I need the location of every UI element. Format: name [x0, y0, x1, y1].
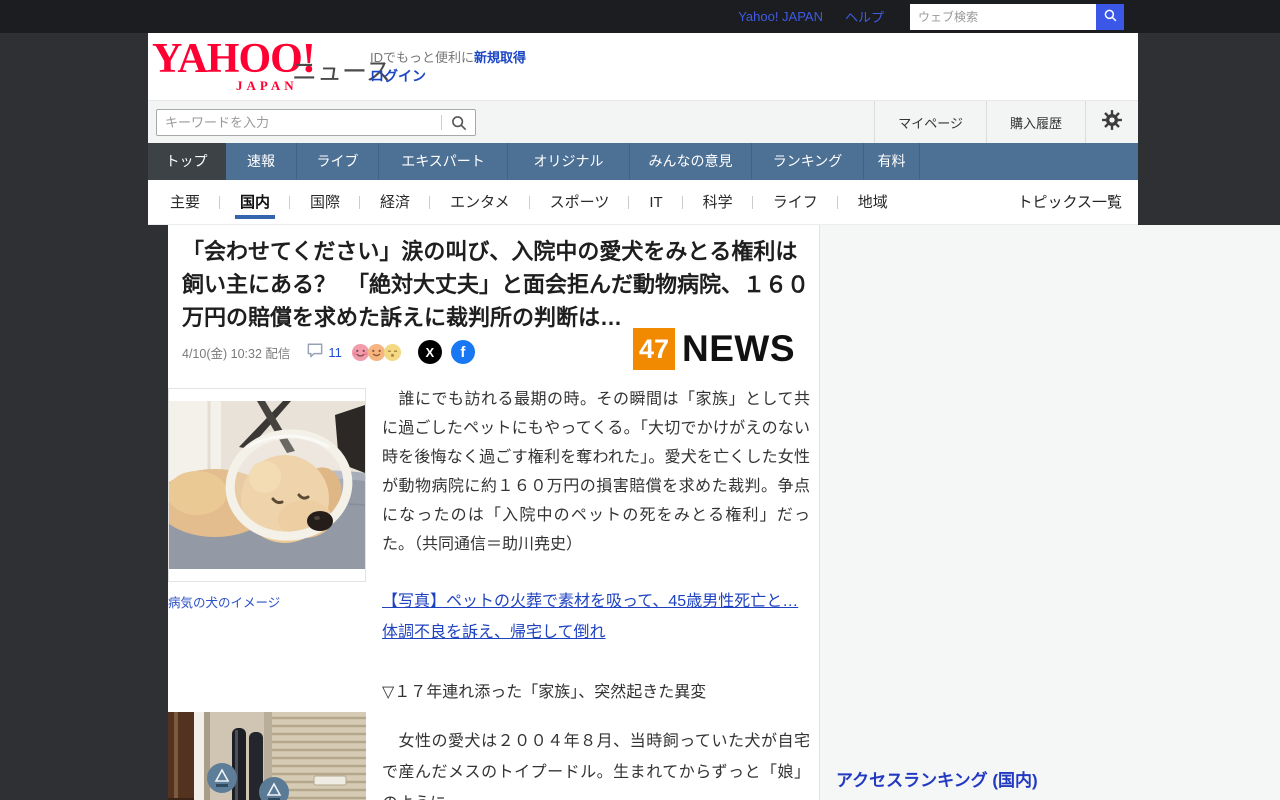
sidebar-ad-area — [820, 225, 1280, 800]
nav-tab-ranking[interactable]: ランキング — [752, 143, 864, 180]
share-facebook-button[interactable]: f — [450, 340, 475, 364]
subnav-item-life[interactable]: ライフ — [753, 180, 838, 225]
clinic-door-image — [168, 712, 366, 800]
nav-tab-live[interactable]: ライブ — [297, 143, 379, 180]
category-subnav: 主要 国内 国際 経済 エンタメ スポーツ IT 科学 ライフ 地域 トピックス… — [148, 180, 1138, 225]
article-paragraph-1: 誰にでも訪れる最期の時。その瞬間は「家族」として共に過ごしたペットにもやってくる… — [382, 391, 810, 553]
reaction-calm-icon[interactable] — [383, 343, 402, 362]
article-paragraph-2: 女性の愛犬は２００４年８月、当時飼っていた犬が自宅で産んだメスのトイプードル。生… — [382, 733, 810, 800]
subnav-item-keizai[interactable]: 経済 — [360, 180, 431, 225]
gear-icon — [1101, 109, 1123, 136]
account-shortcuts: マイページ 購入履歴 — [874, 101, 1138, 144]
keyword-search-box — [156, 109, 476, 136]
subnav-item-kokunai[interactable]: 国内 — [220, 180, 291, 225]
nav-tab-top[interactable]: トップ — [148, 143, 226, 180]
yahoo-japan-link[interactable]: Yahoo! JAPAN — [738, 9, 823, 24]
photo-caption-link[interactable]: 病気の犬のイメージ — [168, 592, 280, 611]
subnav-item-entame[interactable]: エンタメ — [430, 180, 530, 225]
publish-date: 4/10(金) 10:32 配信 — [182, 346, 291, 361]
article-photo-clinic[interactable] — [168, 709, 366, 800]
subnav-item-it[interactable]: IT — [629, 180, 684, 225]
subnav-item-kagaku[interactable]: 科学 — [683, 180, 753, 225]
login-link[interactable]: ログイン — [370, 66, 426, 86]
yahoo-logo-japan: JAPAN — [236, 78, 298, 93]
access-ranking-heading[interactable]: アクセスランキング (国内) — [836, 766, 1204, 800]
news-source-logo[interactable]: 47 NEWS — [633, 328, 795, 370]
search-icon — [1103, 8, 1118, 26]
yahoo-news-page: Yahoo! JAPAN ヘルプ YAHOO! JAPAN ニュース IDでもっ… — [0, 0, 1280, 800]
dog-with-cone-image — [169, 401, 365, 569]
id-promo-label: IDでもっと便利に — [370, 50, 475, 65]
settings-button[interactable] — [1085, 101, 1138, 144]
article-title: 「会わせてください」涙の叫び、入院中の愛犬をみとる権利は飼い主にある？ 「絶対大… — [182, 239, 810, 330]
top-bar-inner: Yahoo! JAPAN ヘルプ — [148, 0, 1138, 33]
mypage-link[interactable]: マイページ — [874, 101, 986, 144]
nav-tab-original[interactable]: オリジナル — [508, 143, 630, 180]
share-x-button[interactable]: X — [417, 340, 442, 364]
subnav-item-chiiki[interactable]: 地域 — [838, 180, 908, 225]
article-card: 「会わせてください」涙の叫び、入院中の愛犬をみとる権利は飼い主にある？ 「絶対大… — [168, 225, 820, 800]
comments-button[interactable]: 11 — [306, 341, 342, 364]
yahoo-logo[interactable]: YAHOO! — [152, 38, 316, 80]
main-nav: トップ 速報 ライブ エキスパート オリジナル みんなの意見 ランキング 有料 — [148, 143, 1138, 180]
source-47-badge: 47 — [633, 328, 675, 370]
nav-tab-expert[interactable]: エキスパート — [379, 143, 508, 180]
x-icon: X — [425, 344, 435, 360]
keyword-search-row: マイページ 購入履歴 — [148, 100, 1138, 144]
search-divider — [441, 115, 442, 130]
web-search-button[interactable] — [1096, 3, 1124, 30]
article-meta: 4/10(金) 10:32 配信 11 X f — [182, 339, 475, 365]
subnav-item-kokusai[interactable]: 国際 — [290, 180, 361, 225]
site-header: YAHOO! JAPAN ニュース IDでもっと便利に新規取得 ログイン — [148, 33, 1138, 100]
web-search-form — [910, 3, 1124, 30]
related-photo-link[interactable]: 【写真】ペットの火葬で素材を吸って、45歳男性死亡と…体調不良を訴え、帰宅して倒… — [382, 586, 810, 648]
web-search-input[interactable] — [910, 3, 1096, 30]
nav-tab-paid[interactable]: 有料 — [864, 143, 920, 180]
search-icon[interactable] — [450, 114, 468, 137]
reaction-emojis — [351, 343, 402, 362]
id-promo-text: IDでもっと便利に新規取得 — [370, 47, 526, 66]
article-subheading: ▽１７年連れ添った「家族」、突然起きた異変 — [382, 684, 707, 701]
subnav-item-shuyo[interactable]: 主要 — [150, 180, 221, 225]
comment-count: 11 — [328, 344, 342, 360]
purchase-history-link[interactable]: 購入履歴 — [985, 101, 1085, 144]
nav-tab-sokuho[interactable]: 速報 — [226, 143, 297, 180]
topics-list-link[interactable]: トピックス一覧 — [1017, 180, 1122, 225]
global-top-bar: Yahoo! JAPAN ヘルプ — [0, 0, 1280, 33]
help-link[interactable]: ヘルプ — [845, 7, 884, 26]
facebook-icon: f — [460, 343, 466, 361]
subnav-item-sports[interactable]: スポーツ — [530, 180, 630, 225]
source-news-label: NEWS — [682, 328, 795, 369]
comment-bubble-icon — [306, 341, 324, 364]
nav-tab-opinion[interactable]: みんなの意見 — [630, 143, 752, 180]
signup-link[interactable]: 新規取得 — [474, 50, 526, 65]
keyword-search-input[interactable] — [157, 110, 439, 135]
article-photo-dog[interactable] — [168, 388, 366, 582]
